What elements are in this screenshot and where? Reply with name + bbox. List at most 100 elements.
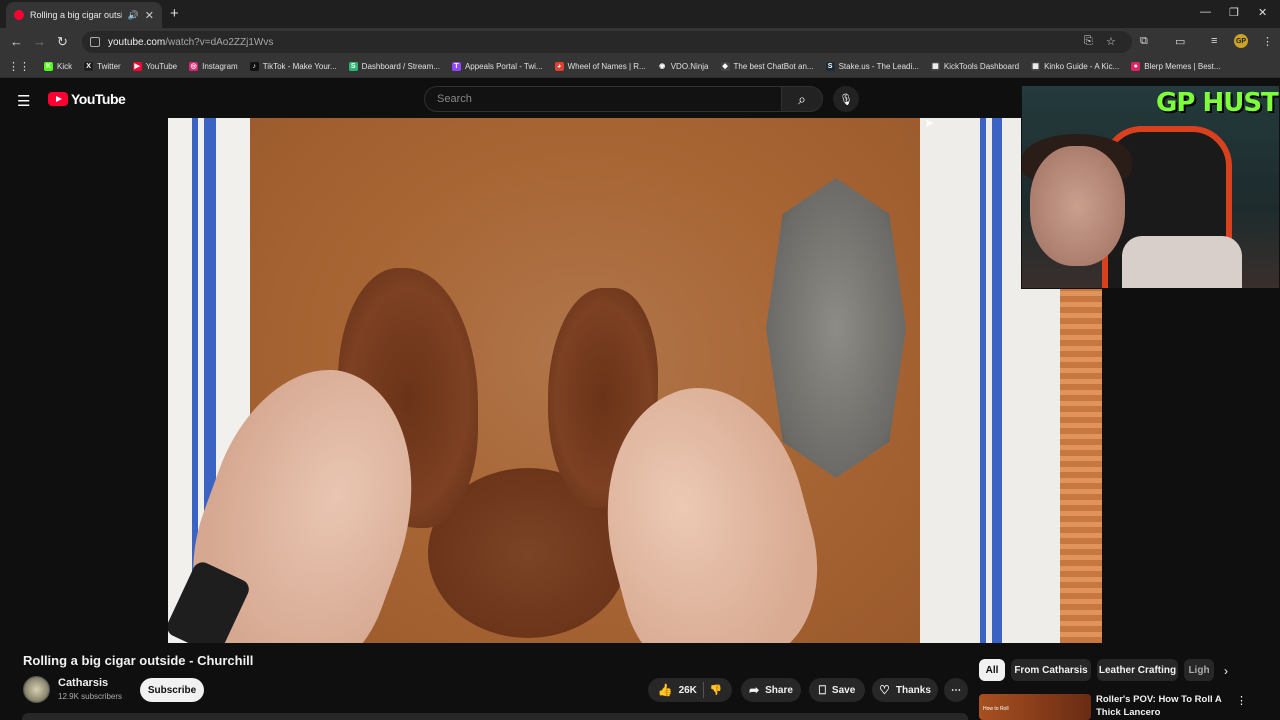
site-info-icon[interactable] xyxy=(90,37,100,47)
like-count[interactable]: 26K xyxy=(679,685,697,696)
bookmark-label: Blerp Memes | Best... xyxy=(1144,62,1221,71)
browser-toolbar: ← → ↻ youtube.com/watch?v=dAo2ZZj1Wvs ⎘ … xyxy=(0,28,1280,56)
bookmark-favicon-icon: ◕ xyxy=(554,62,564,71)
bookmark-favicon-icon: ● xyxy=(1131,62,1141,71)
channel-avatar[interactable] xyxy=(23,676,50,703)
bookmark-favicon-icon: ◎ xyxy=(189,62,199,71)
video-player[interactable] xyxy=(168,118,1102,643)
new-tab-icon[interactable]: + xyxy=(170,5,179,22)
minimize-icon[interactable]: — xyxy=(1200,6,1211,18)
subscribe-button[interactable]: Subscribe xyxy=(140,678,204,702)
tab-title: Rolling a big cigar outside xyxy=(30,10,122,20)
webcam-shirt xyxy=(1122,236,1242,288)
bookmark-label: VDO.Ninja xyxy=(670,62,709,71)
description-box-edge xyxy=(22,713,968,720)
video-frame-knife xyxy=(766,178,906,478)
channel-name[interactable]: Catharsis xyxy=(58,677,108,689)
bookmark-item[interactable]: ▦ Kinko Guide - A Kic... xyxy=(1031,62,1119,71)
media-control-icon[interactable]: ≡ xyxy=(1211,35,1217,47)
bookmark-item[interactable]: X Twitter xyxy=(84,62,121,71)
bookmark-item[interactable]: S Dashboard / Stream... xyxy=(348,62,440,71)
dislike-icon[interactable]: 👎 xyxy=(710,685,722,696)
bookmark-favicon-icon: S xyxy=(825,62,835,71)
bookmark-item[interactable]: ◕ Wheel of Names | R... xyxy=(554,62,646,71)
recommendation-title[interactable]: Roller's POV: How To Roll A Thick Lancer… xyxy=(1096,693,1226,719)
bookmark-label: Twitter xyxy=(97,62,121,71)
browser-tab-strip: Rolling a big cigar outside 🔊 ✕ + — ❐ ✕ xyxy=(0,0,1280,28)
bookmark-label: Appeals Portal - Twi... xyxy=(464,62,543,71)
share-label: Share xyxy=(765,684,793,696)
like-icon[interactable]: 👍 xyxy=(658,683,673,697)
search-input[interactable]: Search xyxy=(424,86,782,112)
bookmark-item[interactable]: ◆ The best ChatBot an... xyxy=(720,62,814,71)
save-label: Save xyxy=(831,684,856,696)
browser-menu-icon[interactable]: ⋮ xyxy=(1262,35,1273,48)
bookmark-favicon-icon: S xyxy=(348,62,358,71)
bookmark-item[interactable]: ▶ YouTube xyxy=(132,62,178,71)
share-button[interactable]: ➦ Share xyxy=(741,678,801,702)
bookmark-favicon-icon: ◆ xyxy=(720,62,730,71)
bookmark-item[interactable]: ◉ VDO.Ninja xyxy=(657,62,709,71)
bookmark-star-icon[interactable]: ☆ xyxy=(1106,35,1116,48)
install-app-icon[interactable]: ⎘ xyxy=(1084,35,1093,48)
more-horizontal-icon: ⋯ xyxy=(951,684,961,696)
cast-icon[interactable]: ▭ xyxy=(1175,35,1185,48)
bookmark-favicon-icon: X xyxy=(84,62,94,71)
webcam-overlay-text: GP HUSTLA xyxy=(1156,88,1279,118)
bookmark-label: YouTube xyxy=(145,62,178,71)
search-button[interactable]: ⌕ xyxy=(781,86,823,112)
bookmarks-bar: ⋮⋮ K Kick X Twitter ▶ YouTube ◎ Instagram ♪ TikTo… xyxy=(0,56,1280,78)
thanks-label: Thanks xyxy=(895,684,931,696)
chip-leather-crafting[interactable]: Leather Crafting xyxy=(1097,659,1178,681)
bookmark-item[interactable]: ♪ TikTok - Make Your... xyxy=(249,62,337,71)
reload-icon[interactable]: ↻ xyxy=(57,34,68,50)
bookmark-item[interactable]: K Kick xyxy=(44,62,72,71)
forward-icon[interactable]: → xyxy=(33,34,46,49)
like-dislike-group: 👍 26K 👎 xyxy=(648,678,732,702)
bookmark-label: Kinko Guide - A Kic... xyxy=(1044,62,1120,71)
bookmark-item[interactable]: ◎ Instagram xyxy=(189,62,238,71)
bookmark-favicon-icon: ◉ xyxy=(657,62,667,71)
bookmark-label: Kick xyxy=(57,62,73,71)
youtube-logo[interactable]: YouTube xyxy=(48,91,126,107)
tab-active[interactable]: Rolling a big cigar outside 🔊 ✕ xyxy=(6,2,162,28)
apps-grid-icon[interactable]: ⋮⋮ xyxy=(8,60,30,73)
bookmark-label: Dashboard / Stream... xyxy=(361,62,440,71)
bookmark-favicon-icon: K xyxy=(44,62,53,71)
bookmark-item[interactable]: S Stake.us - The Leadi... xyxy=(825,62,919,71)
bookmark-item[interactable]: ● Blerp Memes | Best... xyxy=(1131,62,1221,71)
chevron-right-icon[interactable]: › xyxy=(1224,664,1228,678)
profile-avatar[interactable]: GP xyxy=(1234,34,1248,48)
address-bar[interactable]: youtube.com/watch?v=dAo2ZZj1Wvs xyxy=(82,31,1132,53)
bookmark-label: Wheel of Names | R... xyxy=(567,62,646,71)
microphone-icon: 🎙 xyxy=(839,93,853,106)
bookmark-favicon-icon: ▦ xyxy=(1031,62,1041,71)
bookmark-item[interactable]: ▦ KickTools Dashboard xyxy=(930,62,1020,71)
webcam-face xyxy=(1030,146,1125,266)
restore-icon[interactable]: ❐ xyxy=(1229,6,1239,19)
bookmark-item[interactable]: T Appeals Portal - Twi... xyxy=(451,62,543,71)
youtube-play-logo-icon xyxy=(48,92,68,106)
close-tab-icon[interactable]: ✕ xyxy=(145,9,154,22)
recommendation-thumb-text: How to Roll xyxy=(983,706,1009,712)
recommendation-thumbnail[interactable]: How to Roll xyxy=(979,694,1091,720)
more-actions-button[interactable]: ⋯ xyxy=(944,678,968,702)
more-vertical-icon[interactable]: ⋮ xyxy=(1236,694,1247,707)
audio-playing-icon[interactable]: 🔊 xyxy=(128,10,139,21)
chip-partial[interactable]: Ligh xyxy=(1184,659,1214,681)
bookmark-label: TikTok - Make Your... xyxy=(262,62,337,71)
chip-from-channel[interactable]: From Catharsis xyxy=(1011,659,1091,681)
chip-all[interactable]: All xyxy=(979,659,1005,681)
close-window-icon[interactable]: ✕ xyxy=(1258,6,1267,19)
voice-search-button[interactable]: 🎙 xyxy=(833,86,859,112)
extensions-icon[interactable]: ⧉ xyxy=(1140,35,1148,48)
bookmark-label: KickTools Dashboard xyxy=(943,62,1020,71)
url-path: /watch?v=dAo2ZZj1Wvs xyxy=(165,36,274,48)
save-button[interactable]: ⎕ Save xyxy=(809,678,865,702)
thanks-button[interactable]: ♡ Thanks xyxy=(872,678,938,702)
back-icon[interactable]: ← xyxy=(10,34,23,49)
youtube-favicon-icon xyxy=(14,10,24,20)
share-icon: ➦ xyxy=(749,683,760,697)
hamburger-menu-icon[interactable]: ☰ xyxy=(17,92,30,110)
bookmark-favicon-icon: T xyxy=(451,62,461,71)
